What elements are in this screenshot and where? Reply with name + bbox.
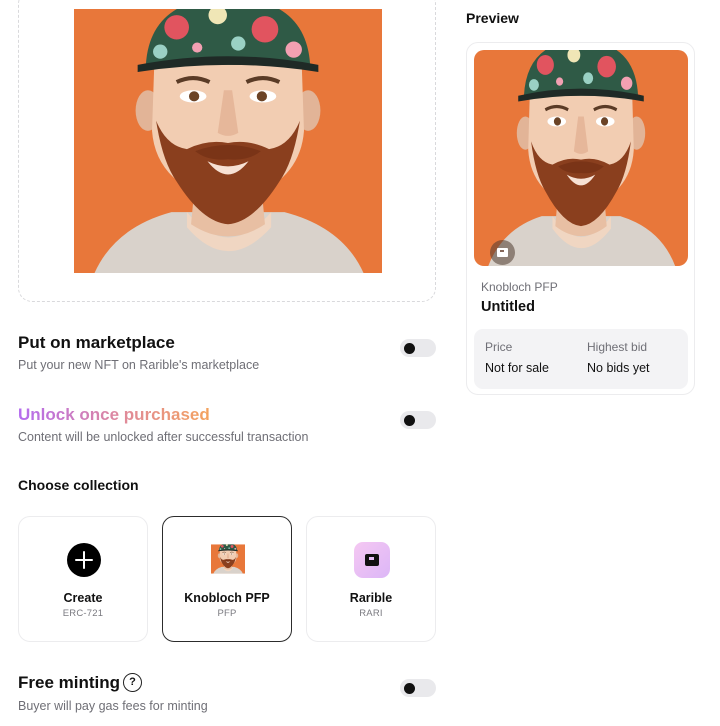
collection-card-subtitle: RARI xyxy=(359,608,383,619)
preview-item-title: Untitled xyxy=(481,299,535,315)
collection-card-name: Create xyxy=(63,591,103,605)
collection-card-name: Knobloch PFP xyxy=(184,591,270,605)
unlock-subtitle: Content will be unlocked after successfu… xyxy=(18,430,309,444)
toggle-knob xyxy=(404,342,415,354)
toggle-knob xyxy=(404,682,415,694)
preview-heading: Preview xyxy=(466,10,519,26)
choose-collection-title: Choose collection xyxy=(18,477,139,493)
free-minting-title: Free minting xyxy=(18,673,121,692)
toggle-knob xyxy=(404,414,415,426)
collection-card-knobloch-pfp[interactable]: Knobloch PFP PFP xyxy=(162,516,292,642)
avatar xyxy=(211,544,245,574)
price-value: Not for sale xyxy=(485,361,549,375)
help-icon[interactable]: ? xyxy=(123,673,142,692)
preview-image xyxy=(474,50,688,266)
preview-collection-name: Knobloch PFP xyxy=(481,280,558,294)
preview-card: Knobloch PFP Untitled Price Not for sale… xyxy=(466,42,695,395)
price-label: Price xyxy=(485,340,513,354)
marketplace-subtitle: Put your new NFT on Rarible's marketplac… xyxy=(18,358,260,372)
collection-card-create[interactable]: Create ERC-721 xyxy=(18,516,148,642)
free-minting-subtitle: Buyer will pay gas fees for minting xyxy=(18,699,208,713)
free-minting-toggle[interactable] xyxy=(400,679,436,697)
collection-card-rarible[interactable]: Rarible RARI xyxy=(306,516,436,642)
collection-card-subtitle: ERC-721 xyxy=(62,608,104,619)
rarible-badge-icon xyxy=(490,240,515,265)
marketplace-title: Put on marketplace xyxy=(18,333,175,352)
preview-price-box: Price Not for sale Highest bid No bids y… xyxy=(474,329,688,389)
plus-icon xyxy=(67,543,101,577)
marketplace-toggle[interactable] xyxy=(400,339,436,357)
highest-bid-value: No bids yet xyxy=(587,361,650,375)
highest-bid-label: Highest bid xyxy=(587,340,648,354)
preview-artwork xyxy=(474,50,688,266)
artwork-image xyxy=(74,9,382,273)
collection-card-name: Rarible xyxy=(349,591,393,605)
collection-card-subtitle: PFP xyxy=(217,608,237,619)
rarible-logo-icon xyxy=(354,542,390,578)
media-upload-area[interactable] xyxy=(18,0,436,302)
unlock-title: Unlock once purchased xyxy=(18,405,210,424)
unlock-toggle[interactable] xyxy=(400,411,436,429)
